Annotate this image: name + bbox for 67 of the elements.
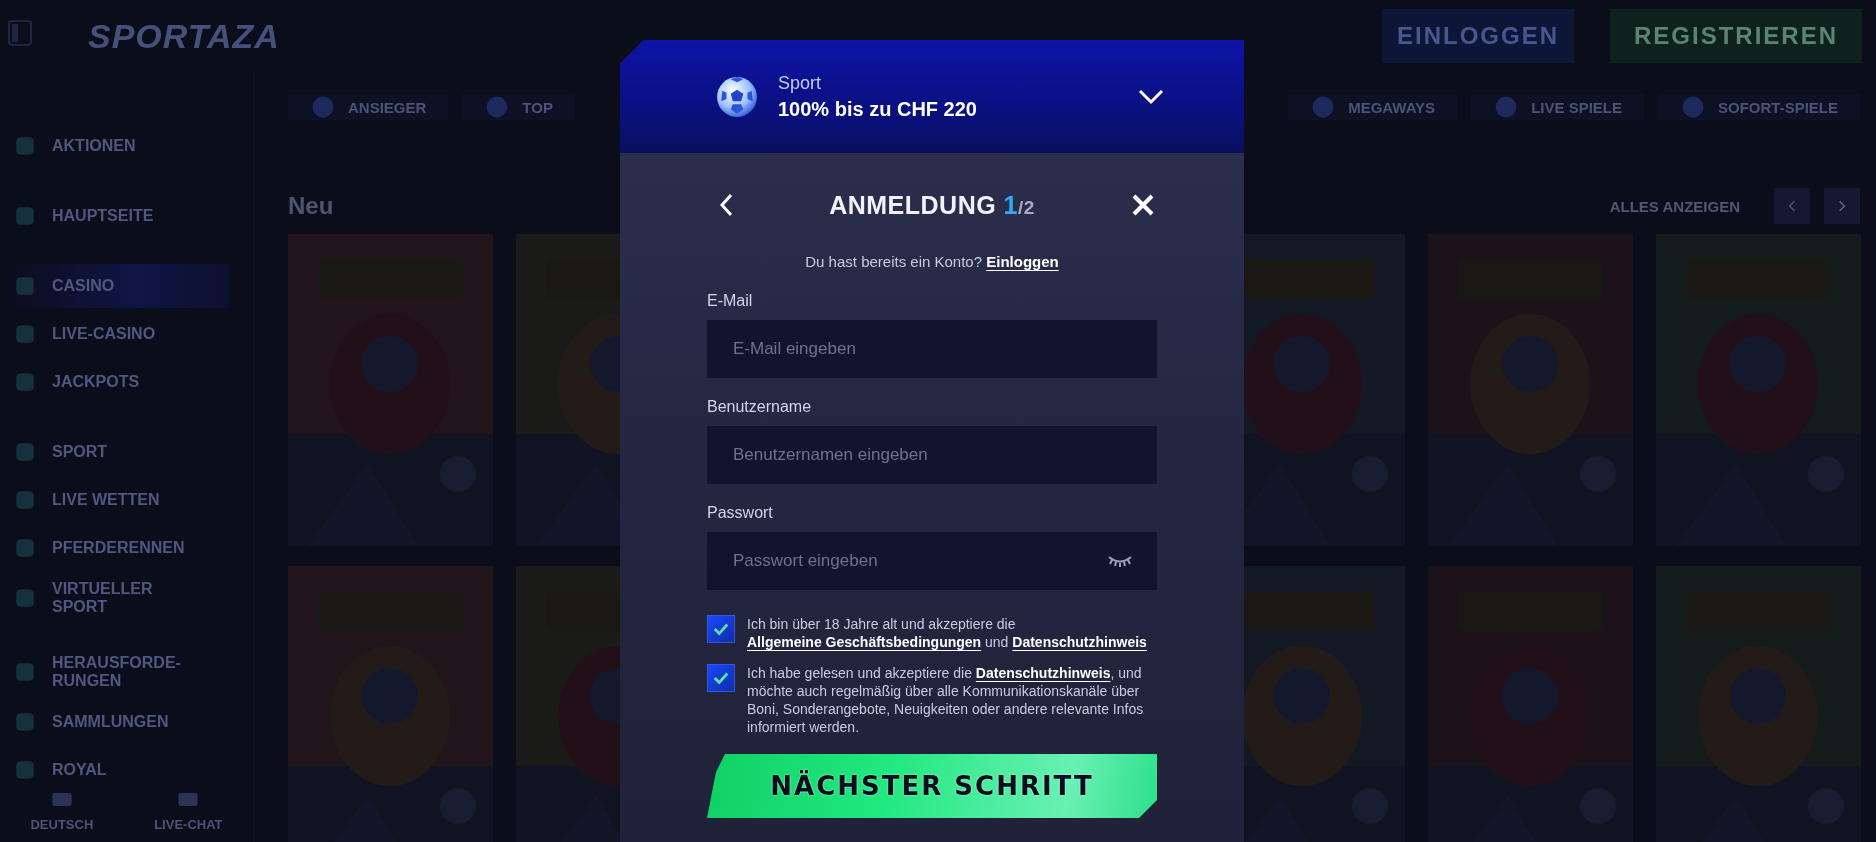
circle-icon: [1680, 94, 1706, 120]
chevron-left-icon: [1788, 199, 1796, 213]
sidebar-item[interactable]: JACKPOTS: [0, 360, 229, 404]
next-button[interactable]: [1824, 188, 1860, 224]
chevron-right-icon: [1838, 199, 1846, 213]
category-tab[interactable]: LIVE SPIELE: [1471, 94, 1644, 120]
square-icon: [14, 371, 36, 393]
soccer-ball-icon: [716, 75, 758, 118]
login-button[interactable]: EINLOGGEN: [1382, 9, 1574, 63]
category-tab[interactable]: MEGAWAYS: [1288, 94, 1458, 120]
checkbox[interactable]: [707, 615, 735, 643]
consent-text: Ich habe gelesen und akzeptiere die Datenschutzhinweis, und möchte auch regelmäßig über alle Kommunikationskanäle über Boni, Sonderangebote, Neuigkeiten oder andere relevante Infos informiert werden.: [747, 664, 1145, 736]
bonus-category: Sport: [778, 72, 823, 94]
show-all-link[interactable]: ALLES ANZEIGEN: [1609, 197, 1740, 215]
section-title: Neu: [288, 192, 334, 220]
register-button[interactable]: REGISTRIEREN: [1610, 9, 1862, 63]
consent-link[interactable]: Allgemeine Geschäftsbedingungen: [747, 634, 982, 650]
circle-icon: [310, 94, 336, 120]
sidebar-item[interactable]: ROYAL: [0, 748, 229, 792]
rectangle-icon: [177, 792, 200, 807]
back-button[interactable]: [717, 191, 735, 219]
square-icon: [14, 441, 36, 463]
next-step-button[interactable]: NÄCHSTER SCHRITT: [707, 754, 1157, 818]
previous-button[interactable]: [1774, 188, 1810, 224]
field-label: E-Mail: [707, 292, 754, 310]
login-link[interactable]: Einloggen: [986, 253, 1059, 270]
sidebar-footer-item[interactable]: LIVE-CHAT: [154, 792, 223, 832]
checkbox[interactable]: [707, 664, 735, 692]
sidebar-item[interactable]: PFERDERENNEN: [0, 526, 229, 570]
logo[interactable]: SPORTAZA: [88, 16, 280, 56]
sidebar-toggle-icon[interactable]: [8, 20, 32, 46]
sidebar-item[interactable]: SPORT: [0, 430, 229, 474]
square-icon: [14, 661, 36, 683]
square-icon: [14, 275, 36, 297]
bonus-banner[interactable]: Sport 100% bis zu CHF 220: [620, 40, 1244, 153]
field-label: Benutzername: [707, 398, 813, 416]
input-field[interactable]: E-Mail eingeben: [707, 320, 1157, 378]
sidebar-item[interactable]: AKTIONEN: [0, 124, 229, 168]
sidebar-item[interactable]: HERAUSFORDE-RUNGEN: [0, 648, 229, 696]
input-field[interactable]: Benutzernamen eingeben: [707, 426, 1157, 484]
sidebar-footer-item[interactable]: DEUTSCH: [30, 792, 94, 832]
rectangle-icon: [50, 792, 73, 807]
chevron-down-icon[interactable]: [1138, 88, 1164, 105]
login-prompt: Du hast bereits ein Konto? Einloggen: [804, 253, 1060, 270]
bonus-offer: 100% bis zu CHF 220: [778, 97, 978, 121]
square-icon: [14, 135, 36, 157]
square-icon: [14, 323, 36, 345]
square-icon: [14, 587, 36, 609]
sidebar-item[interactable]: VIRTUELLER SPORT: [0, 574, 229, 622]
category-tab[interactable]: TOP: [462, 94, 575, 120]
closed-eye-icon[interactable]: [1107, 554, 1133, 568]
input-field[interactable]: Passwort eingeben: [707, 532, 1157, 590]
dialog-title: ANMELDUNG 1/2: [829, 190, 1035, 220]
square-icon: [14, 205, 36, 227]
square-icon: [14, 759, 36, 781]
sidebar-item[interactable]: LIVE-CASINO: [0, 312, 229, 356]
square-icon: [14, 537, 36, 559]
category-tab[interactable]: SOFORT-SPIELE: [1658, 94, 1860, 120]
square-icon: [14, 711, 36, 733]
consent-text: Ich bin über 18 Jahre alt und akzeptiere die Allgemeine Geschäftsbedingungen und Datenschutzhinweis: [747, 615, 1147, 651]
category-tab[interactable]: ANSIEGER: [288, 94, 449, 120]
sidebar-item[interactable]: HAUPTSEITE: [0, 194, 229, 238]
sidebar-item[interactable]: LIVE WETTEN: [0, 478, 229, 522]
square-icon: [14, 489, 36, 511]
sidebar-item[interactable]: SAMMLUNGEN: [0, 700, 229, 744]
consent-link[interactable]: Datenschutzhinweis: [1012, 634, 1147, 650]
field-label: Passwort: [707, 504, 774, 522]
